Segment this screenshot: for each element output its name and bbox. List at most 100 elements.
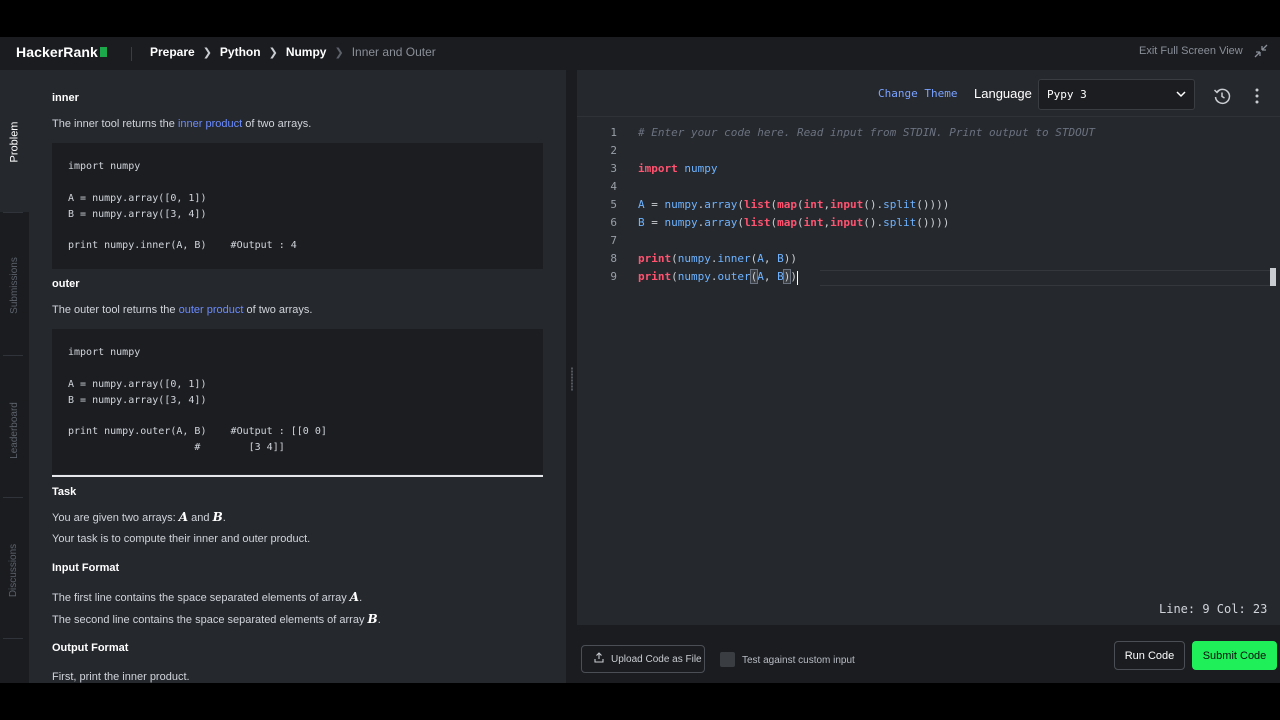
line-number: 8 [610, 252, 617, 265]
problem-panel[interactable]: inner The inner tool returns the inner p… [29, 70, 566, 683]
comment-token: # Enter your code here. Read input from … [638, 126, 1095, 139]
tab-leaderboard[interactable]: Leaderboard [3, 390, 25, 470]
outer-code-block: import numpy A = numpy.array([0, 1]) B =… [52, 329, 543, 474]
tab-problem[interactable]: Problem [3, 112, 25, 172]
var-b: B [212, 510, 223, 524]
custom-input-label[interactable]: Test against custom input [742, 655, 855, 666]
line-number: 3 [610, 162, 617, 175]
logo-text: HackerRank [16, 44, 98, 60]
input-period: . [377, 614, 381, 626]
tab-submissions-label: Submissions [8, 256, 20, 314]
code-line-8[interactable]: print(numpy.inner(A, B)) [638, 252, 797, 265]
breadcrumb: Prepare ❯ Python ❯ Numpy ❯ Inner and Out… [150, 45, 436, 59]
exit-fullscreen-link[interactable]: Exit Full Screen View [1139, 45, 1243, 57]
chevron-right-icon: ❯ [268, 46, 278, 59]
submit-code-button[interactable]: Submit Code [1192, 641, 1277, 670]
section-divider [52, 475, 543, 477]
breadcrumb-current: Inner and Outer [351, 45, 436, 59]
nav-divider [3, 497, 23, 498]
current-line-highlight [820, 270, 1275, 286]
logo-block-icon [99, 47, 107, 57]
tab-submissions[interactable]: Submissions [3, 245, 25, 325]
outer-heading: outer [52, 278, 80, 290]
letterbox-bottom [0, 683, 1280, 720]
chevron-right-icon: ❯ [202, 46, 212, 59]
toolbar-divider [577, 116, 1280, 117]
upload-code-button[interactable]: Upload Code as File [581, 645, 705, 673]
inner-code-block: import numpy A = numpy.array([0, 1]) B =… [52, 143, 543, 269]
code-line: import numpy [68, 161, 141, 172]
outer-product-link[interactable]: outer product [179, 304, 244, 316]
var-a: A [178, 510, 189, 524]
language-label: Language [974, 86, 1032, 101]
inner-desc-text-end: of two arrays. [242, 118, 312, 130]
tab-leaderboard-label: Leaderboard [8, 401, 20, 459]
inner-product-link[interactable]: inner product [178, 118, 242, 130]
input-text: The first line contains the space separa… [52, 592, 350, 604]
language-select[interactable]: Pypy 3 [1038, 79, 1195, 110]
cursor-position-status: Line: 9 Col: 23 [1159, 602, 1268, 616]
input-format-heading: Input Format [52, 562, 120, 574]
line-number: 6 [610, 216, 617, 229]
input-period: . [359, 592, 363, 604]
code-line: print numpy.inner(A, B) #Output : 4 [68, 240, 297, 251]
task-period: . [222, 512, 226, 524]
tab-discussions[interactable]: Discussions [3, 530, 25, 610]
run-code-button[interactable]: Run Code [1114, 641, 1185, 670]
breadcrumb-python[interactable]: Python [220, 45, 261, 59]
custom-input-checkbox[interactable] [720, 652, 735, 667]
change-theme-button[interactable]: Change Theme [878, 87, 957, 100]
breadcrumb-prepare[interactable]: Prepare [150, 45, 195, 59]
collapse-icon[interactable] [1254, 44, 1268, 58]
task-line-1: You are given two arrays: A and B. [52, 510, 226, 524]
more-options-icon[interactable] [1252, 87, 1262, 105]
code-line: print numpy.outer(A, B) #Output : [[0 0] [68, 426, 327, 437]
task-heading: Task [52, 486, 77, 498]
task-and: and [188, 512, 213, 524]
code-editor[interactable] [577, 70, 1280, 625]
line-number: 5 [610, 198, 617, 211]
nav-divider [3, 638, 23, 639]
output-line-1: First, print the inner product. [52, 671, 190, 683]
drag-handle-icon[interactable] [571, 367, 573, 391]
task-line-2: Your task is to compute their inner and … [52, 533, 311, 545]
line-number: 1 [610, 126, 617, 139]
upload-icon [594, 652, 604, 663]
code-line-9[interactable]: print(numpy.outer(A, B)) [638, 269, 797, 284]
breadcrumb-numpy[interactable]: Numpy [286, 45, 327, 59]
code-line-6[interactable]: B = numpy.array(list(map(int,input().spl… [638, 216, 949, 229]
hackerrank-logo[interactable]: HackerRank [16, 44, 107, 60]
upload-code-label: Upload Code as File [611, 654, 702, 665]
line-number: 4 [610, 180, 617, 193]
line-number: 9 [610, 270, 617, 283]
code-line-3[interactable]: import numpy [638, 162, 718, 175]
task-text: You are given two arrays: [52, 512, 179, 524]
top-header: HackerRank Prepare ❯ Python ❯ Numpy ❯ In… [0, 37, 1280, 70]
code-line: B = numpy.array([3, 4]) [68, 395, 207, 406]
nav-divider [3, 212, 23, 213]
outer-desc-text: The outer tool returns the [52, 304, 179, 316]
var-b: B [367, 612, 378, 626]
outer-desc-text-end: of two arrays. [243, 304, 313, 316]
inner-desc-text: The inner tool returns the [52, 118, 178, 130]
line-number: 2 [610, 144, 617, 157]
code-line: A = numpy.array([0, 1]) [68, 193, 207, 204]
keyword-token: import [638, 162, 678, 175]
letterbox-top [0, 0, 1280, 37]
tab-discussions-label: Discussions [8, 543, 20, 597]
code-line: A = numpy.array([0, 1]) [68, 379, 207, 390]
inner-heading: inner [52, 92, 79, 104]
code-line: import numpy [68, 347, 141, 358]
restore-code-icon[interactable] [1213, 87, 1231, 105]
text-caret [797, 271, 798, 285]
code-line: B = numpy.array([3, 4]) [68, 209, 207, 220]
chevron-right-icon: ❯ [334, 46, 344, 59]
scrollbar-thumb[interactable] [1270, 268, 1276, 286]
code-line-5[interactable]: A = numpy.array(list(map(int,input().spl… [638, 198, 949, 211]
code-line-1[interactable]: # Enter your code here. Read input from … [638, 126, 1095, 139]
input-line-2: The second line contains the space separ… [52, 612, 381, 626]
var-a: A [349, 590, 360, 604]
input-line-1: The first line contains the space separa… [52, 590, 362, 604]
header-divider [131, 47, 132, 61]
tab-problem-label: Problem [8, 121, 20, 163]
